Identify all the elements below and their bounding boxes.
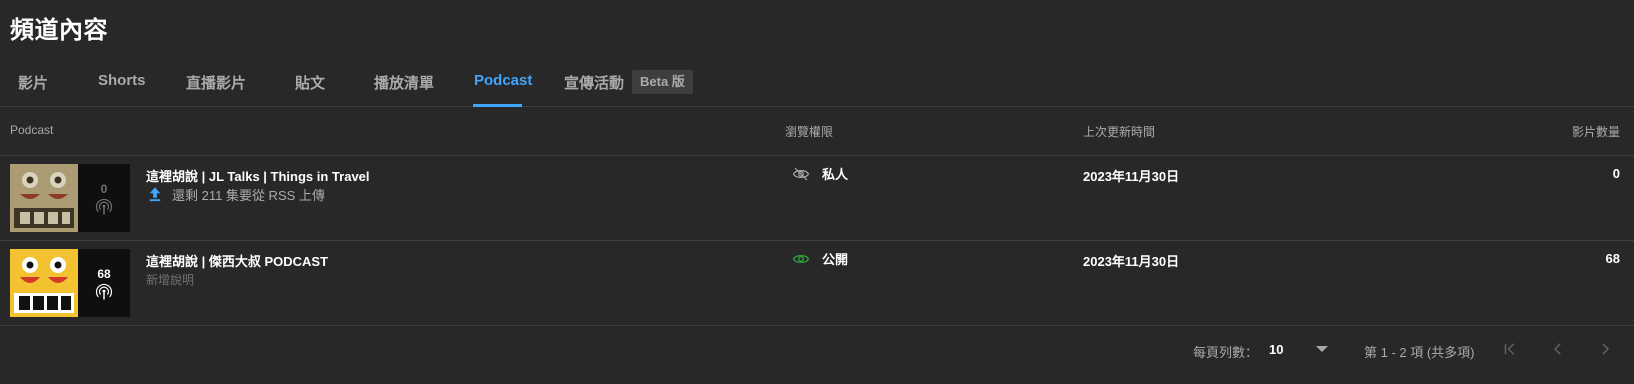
next-page-icon[interactable] <box>1596 340 1614 358</box>
episode-count: 0 <box>100 182 108 196</box>
chevron-down-icon[interactable] <box>1315 344 1329 354</box>
first-page-icon[interactable] <box>1501 340 1519 358</box>
header-podcast[interactable]: Podcast <box>10 123 53 137</box>
tab-videos[interactable]: 影片 <box>18 72 48 93</box>
video-count: 68 <box>1605 251 1620 266</box>
upload-icon <box>149 187 161 202</box>
rows-per-page-label: 每頁列數： <box>1193 345 1259 360</box>
table-row[interactable]: 68 這裡胡說 | 傑西大叔 PODCAST 新增說明 公開 2023年11月3… <box>0 241 1634 326</box>
tab-playlists[interactable]: 播放清單 <box>374 72 434 93</box>
episode-count: 68 <box>97 267 111 281</box>
rss-upload-text: 還剩 211 集要從 RSS 上傳 <box>172 187 325 203</box>
visibility-label: 公開 <box>822 252 849 267</box>
visibility-label: 私人 <box>822 167 849 182</box>
beta-badge: Beta 版 <box>632 70 693 94</box>
video-count: 0 <box>1612 166 1620 181</box>
header-video-count[interactable]: 影片數量 <box>1572 123 1620 140</box>
pagination-range: 第 1 - 2 項 (共多項) <box>1364 345 1475 360</box>
table-row[interactable]: 0 這裡胡說 | JL Talks | Things in Travel 還剩 … <box>0 156 1634 241</box>
podcast-thumbnail[interactable] <box>10 164 78 232</box>
tab-podcast[interactable]: Podcast <box>474 72 532 89</box>
page-title: 頻道內容 <box>10 17 108 44</box>
content-tabs: 影片 Shorts 直播影片 貼文 播放清單 Podcast 宣傳活動 Beta… <box>0 62 1634 107</box>
header-visibility[interactable]: 瀏覽權限 <box>785 123 833 140</box>
updated-date: 2023年11月30日 <box>1083 254 1180 269</box>
episode-count-badge: 0 <box>78 164 130 232</box>
add-description-link[interactable]: 新增說明 <box>146 271 194 288</box>
rows-per-page-value[interactable]: 10 <box>1269 342 1283 357</box>
podcast-icon <box>95 198 113 215</box>
eye-icon <box>792 254 810 263</box>
podcast-title[interactable]: 這裡胡說 | JL Talks | Things in Travel <box>146 166 370 185</box>
previous-page-icon[interactable] <box>1549 340 1567 358</box>
podcast-thumbnail[interactable] <box>10 249 78 317</box>
rss-upload-status: 還剩 211 集要從 RSS 上傳 <box>146 184 325 204</box>
visibility-public[interactable]: 公開 <box>792 249 848 268</box>
tab-posts[interactable]: 貼文 <box>295 72 325 93</box>
table-header: Podcast 瀏覽權限 上次更新時間 影片數量 <box>0 107 1634 156</box>
visibility-private[interactable]: 私人 <box>792 164 848 183</box>
eye-off-icon <box>792 167 810 180</box>
tab-shorts[interactable]: Shorts <box>98 72 146 89</box>
podcast-icon <box>95 283 113 300</box>
updated-date: 2023年11月30日 <box>1083 169 1180 184</box>
podcast-title[interactable]: 這裡胡說 | 傑西大叔 PODCAST <box>146 251 328 270</box>
tab-live[interactable]: 直播影片 <box>186 72 246 93</box>
episode-count-badge: 68 <box>78 249 130 317</box>
header-updated[interactable]: 上次更新時間 <box>1083 123 1155 140</box>
pagination-bar: 每頁列數： 10 第 1 - 2 項 (共多項) <box>0 326 1634 372</box>
tab-promotions[interactable]: 宣傳活動 <box>564 72 624 93</box>
